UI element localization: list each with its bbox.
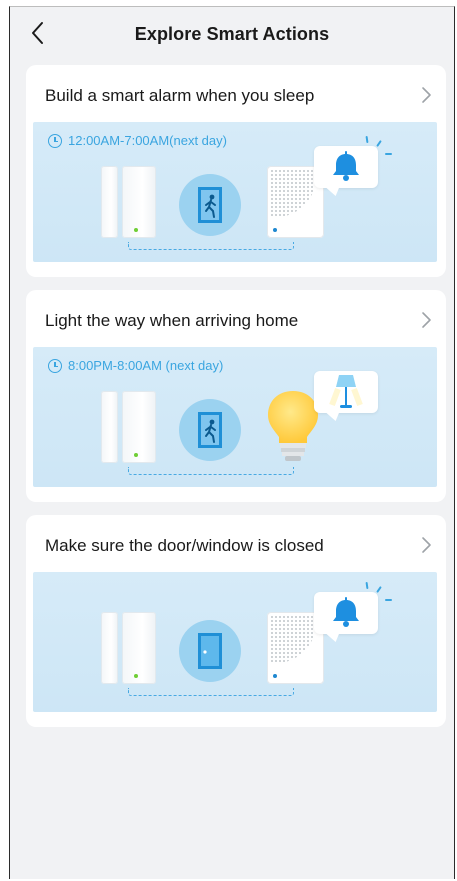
door-open-motion-icon	[179, 174, 241, 236]
notification-bubble	[314, 371, 378, 413]
card-title: Make sure the door/window is closed	[45, 536, 324, 555]
bell-icon	[333, 597, 359, 627]
door-open-motion-icon	[179, 399, 241, 461]
door-closed-icon	[179, 620, 241, 682]
card-title: Light the way when arriving home	[45, 311, 299, 330]
chevron-right-icon	[422, 87, 431, 103]
smart-action-card-door-closed[interactable]: Make sure the door/window is closed	[26, 515, 446, 727]
schedule-time-text: 8:00PM-8:00AM (next day)	[68, 358, 224, 373]
scene-illustration: 8:00PM-8:00AM (next day)	[33, 347, 437, 487]
connection-line	[128, 688, 294, 696]
floor-lamp-icon	[329, 375, 363, 408]
led-indicator	[134, 674, 138, 678]
schedule-time: 12:00AM-7:00AM(next day)	[48, 133, 227, 148]
smart-action-card-light[interactable]: Light the way when arriving home 8:00PM-…	[26, 290, 446, 502]
clock-icon	[48, 133, 62, 148]
led-indicator	[134, 453, 138, 457]
card-title: Build a smart alarm when you sleep	[45, 86, 315, 105]
connection-line	[128, 467, 294, 475]
smart-bulb-image	[268, 391, 318, 461]
chevron-right-icon	[422, 537, 431, 553]
connection-line	[128, 242, 294, 250]
led-indicator	[134, 228, 138, 232]
scene-illustration: 12:00AM-7:00AM(next day)	[33, 122, 437, 262]
chevron-right-icon	[422, 312, 431, 328]
notification-bubble	[314, 146, 378, 188]
schedule-time-text: 12:00AM-7:00AM(next day)	[68, 133, 227, 148]
schedule-time: 8:00PM-8:00AM (next day)	[48, 358, 223, 373]
smart-action-card-alarm[interactable]: Build a smart alarm when you sleep 12:00…	[26, 65, 446, 277]
clock-icon	[48, 358, 62, 373]
scene-illustration	[33, 572, 437, 712]
app-screen: Explore Smart Actions Build a smart alar…	[9, 6, 455, 879]
header: Explore Smart Actions	[10, 7, 454, 61]
bell-icon	[333, 151, 359, 181]
page-title: Explore Smart Actions	[134, 24, 330, 44]
notification-bubble	[314, 592, 378, 634]
